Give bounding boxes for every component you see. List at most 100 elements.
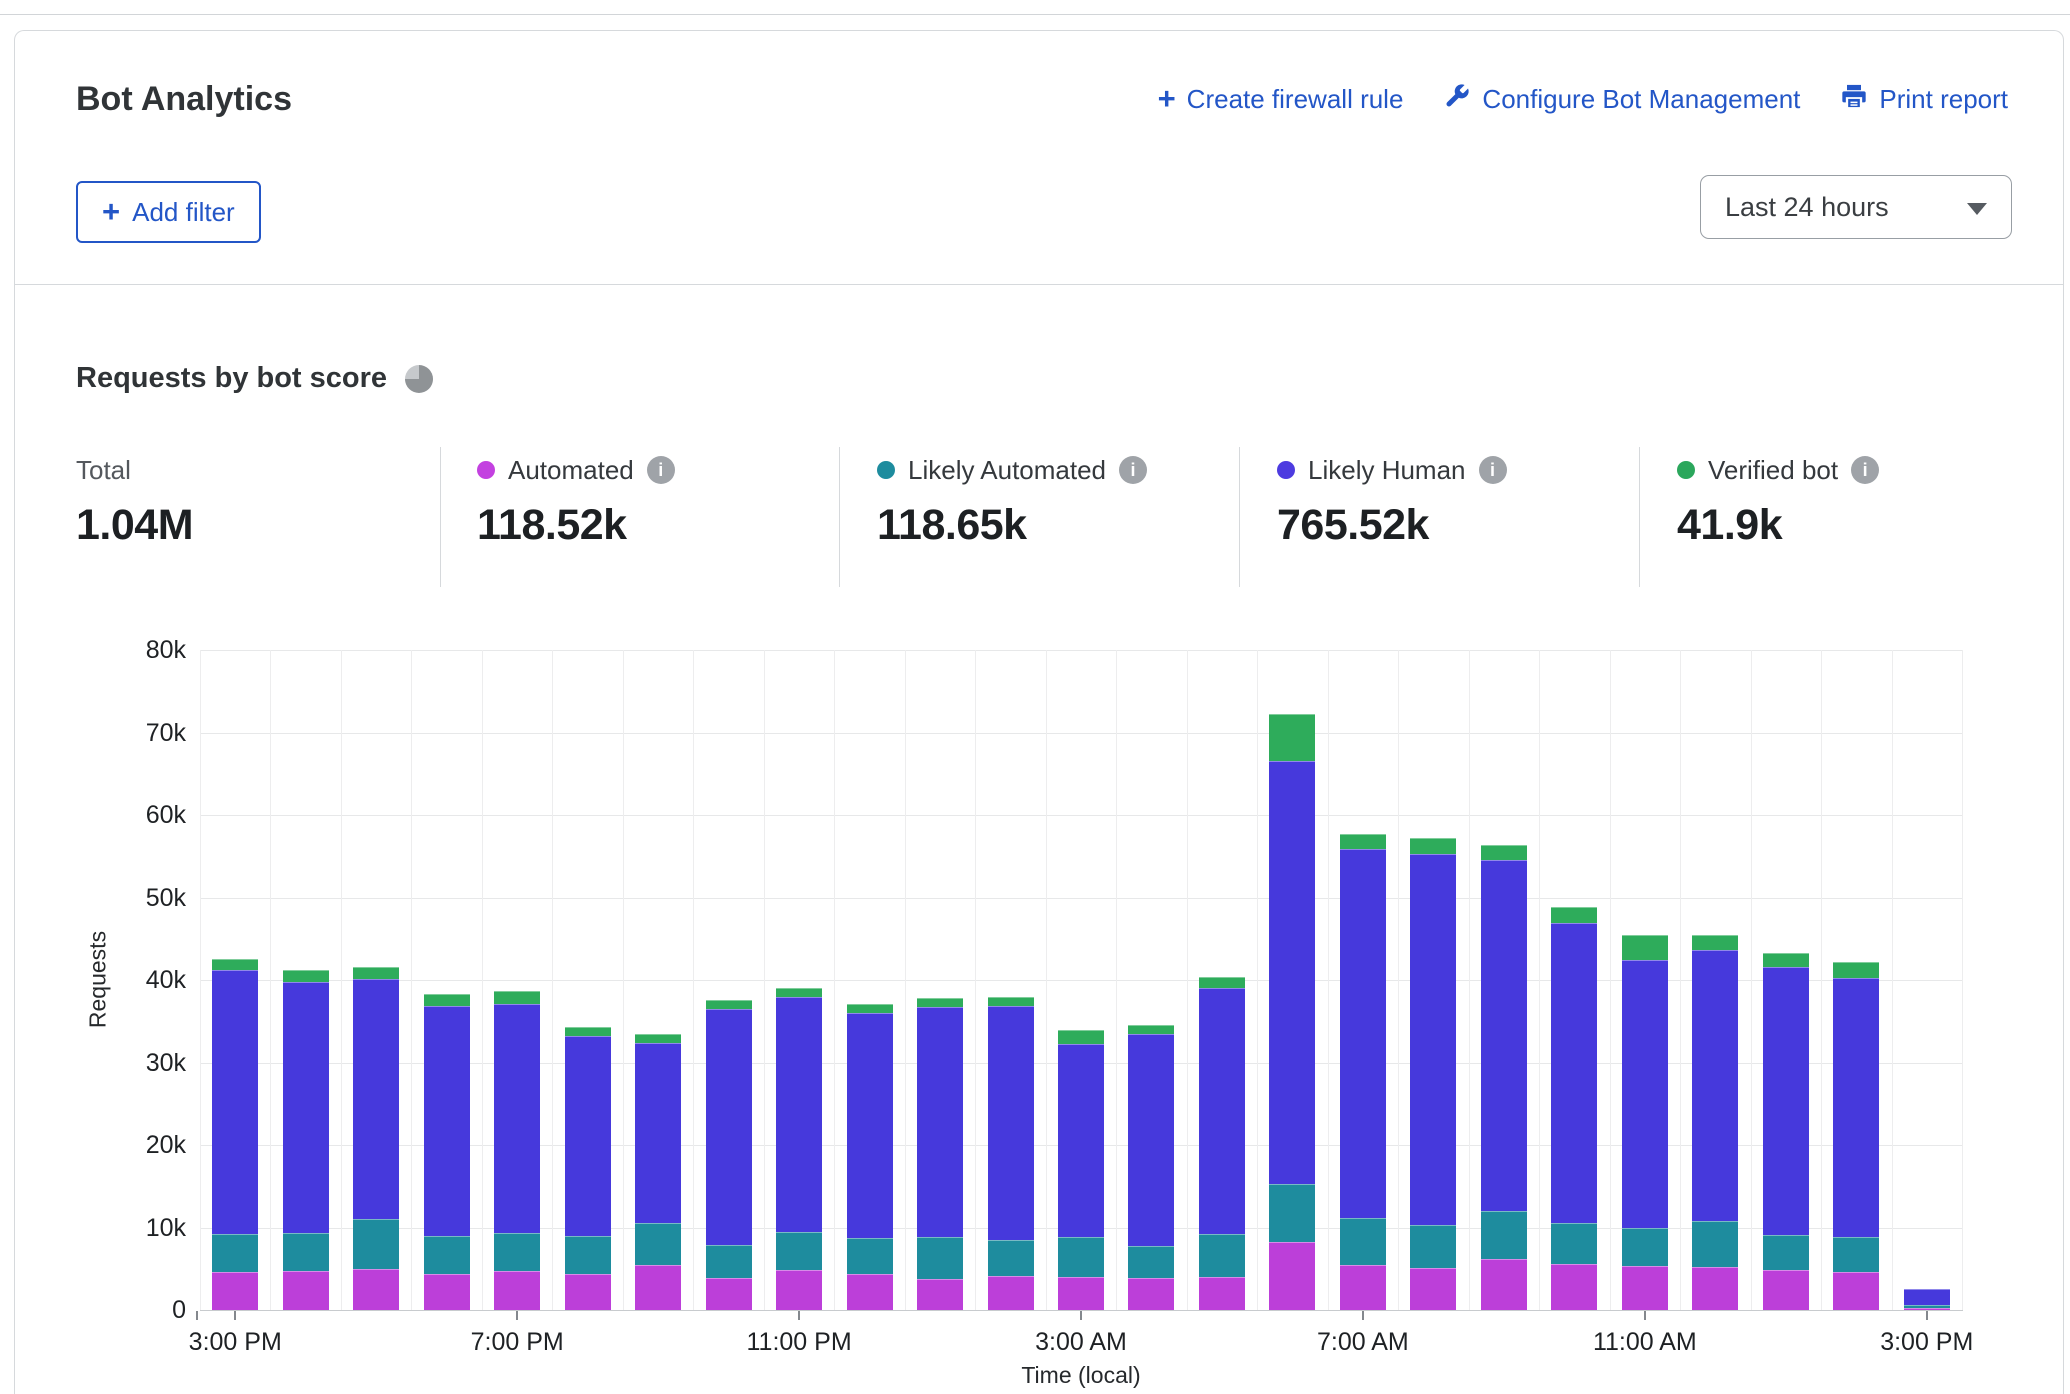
add-filter-button[interactable]: + Add filter [76,181,261,243]
bar-group[interactable] [1398,650,1468,1310]
bar-group[interactable] [1680,650,1750,1310]
create-firewall-rule-link[interactable]: + Create firewall rule [1158,84,1404,115]
bar-segment-verified-bot [353,967,399,979]
bar-segment-automated [494,1271,540,1310]
bar-segment-verified-bot [1340,834,1386,849]
stacked-bar [424,994,470,1310]
bar-segment-automated [353,1269,399,1310]
info-icon[interactable]: i [1119,456,1147,484]
bar-segment-automated [1199,1277,1245,1310]
bar-segment-likely-human [1622,960,1668,1228]
bar-group[interactable] [693,650,763,1310]
bot-analytics-page: Bot Analytics + Create firewall rule Con… [0,0,2070,1394]
print-report-link[interactable]: Print report [1840,82,2008,117]
bar-group[interactable] [1116,650,1186,1310]
x-axis-tick [234,1311,236,1320]
info-icon[interactable]: i [647,456,675,484]
bar-group[interactable] [1610,650,1680,1310]
bar-group[interactable] [1751,650,1821,1310]
bar-segment-likely-automated [988,1240,1034,1276]
bar-segment-likely-human [1199,988,1245,1234]
printer-icon [1840,82,1868,117]
bar-segment-likely-automated [706,1245,752,1278]
bar-segment-automated [212,1272,258,1310]
y-axis-tick-label: 50k [80,883,186,913]
bar-segment-verified-bot [635,1034,681,1042]
bar-group[interactable] [1892,650,1962,1310]
x-axis-tick [196,1311,198,1320]
bar-group[interactable] [1469,650,1539,1310]
bar-segment-automated [1763,1270,1809,1310]
stacked-bar [1269,714,1315,1310]
time-range-select[interactable]: Last 24 hours [1700,175,2012,239]
info-icon[interactable]: i [1851,456,1879,484]
bar-segment-automated [1269,1242,1315,1310]
bar-segment-likely-human [212,970,258,1234]
bar-segment-automated [565,1274,611,1310]
bar-segment-verified-bot [1058,1030,1104,1045]
bar-segment-verified-bot [1481,845,1527,861]
x-axis-tick-label: 3:00 PM [125,1328,345,1357]
x-axis-tick-label: 11:00 PM [689,1328,909,1357]
bar-group[interactable] [905,650,975,1310]
bar-group[interactable] [1046,650,1116,1310]
bar-group[interactable] [341,650,411,1310]
bar-segment-automated [1622,1266,1668,1310]
bar-segment-verified-bot [1551,907,1597,923]
likely-human-dot [1277,461,1295,479]
y-axis-tick-label: 40k [80,965,186,995]
header-divider [15,284,2063,285]
bar-group[interactable] [1539,650,1609,1310]
bar-segment-likely-human [776,997,822,1233]
print-report-label: Print report [1879,84,2008,115]
bar-group[interactable] [552,650,622,1310]
bar-group[interactable] [411,650,481,1310]
header-actions: + Create firewall rule Configure Bot Man… [1158,82,2008,117]
x-axis-tick-label: 7:00 PM [407,1328,627,1357]
stacked-bar [1692,935,1738,1310]
bar-group[interactable] [975,650,1045,1310]
stacked-bar [1833,962,1879,1310]
stat-likely-automated-value: 118.65k [877,501,1147,550]
bar-segment-likely-human [1904,1289,1950,1305]
bar-group[interactable] [623,650,693,1310]
stat-divider [1239,447,1240,587]
y-axis-tick-label: 20k [80,1130,186,1160]
section-title: Requests by bot score [76,362,387,395]
bar-group[interactable] [834,650,904,1310]
bar-segment-verified-bot [1692,935,1738,951]
bar-group[interactable] [200,650,270,1310]
add-filter-label: Add filter [132,197,235,228]
bar-segment-verified-bot [1833,962,1879,978]
bar-group[interactable] [1187,650,1257,1310]
bar-segment-likely-automated [847,1238,893,1273]
stacked-bar [988,997,1034,1310]
bar-group[interactable] [764,650,834,1310]
stat-automated-label: Automated [508,455,634,486]
plus-icon: + [102,196,120,227]
bar-segment-likely-automated [917,1237,963,1279]
bar-group[interactable] [482,650,552,1310]
bar-segment-likely-automated [1199,1234,1245,1277]
bar-segment-verified-bot [1410,838,1456,854]
configure-bot-management-link[interactable]: Configure Bot Management [1443,82,1800,117]
stacked-bar [1481,845,1527,1310]
bar-segment-automated [1058,1277,1104,1310]
bar-segment-verified-bot [283,970,329,982]
stacked-bar [494,991,540,1310]
bar-group[interactable] [1328,650,1398,1310]
likely-automated-dot [877,461,895,479]
bar-group[interactable] [1257,650,1327,1310]
bar-segment-likely-automated [1551,1223,1597,1264]
stat-likely-human: Likely Human i 765.52k [1277,453,1507,550]
info-icon[interactable]: i [1479,456,1507,484]
bar-group[interactable] [270,650,340,1310]
stat-verified-bot: Verified bot i 41.9k [1677,453,1879,550]
bar-segment-likely-human [353,979,399,1219]
bar-group[interactable] [1821,650,1891,1310]
bar-segment-verified-bot [1199,977,1245,989]
bar-segment-likely-human [424,1006,470,1236]
x-axis-tick [1926,1311,1928,1320]
chevron-down-icon [1967,203,1987,215]
stat-automated-value: 118.52k [477,501,675,550]
